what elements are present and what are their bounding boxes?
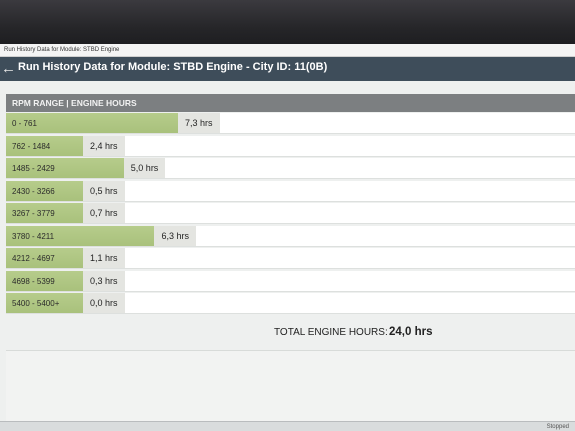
engine-hours-value: 5,0 hrs	[123, 158, 166, 178]
rpm-range-label: 3267 - 3779	[12, 209, 55, 218]
page-title: Run History Data for Module: STBD Engine…	[18, 61, 328, 73]
rpm-range-label: 4698 - 5399	[12, 276, 55, 286]
table-row: 5400 - 5400+ 0,0 hrs	[6, 293, 575, 314]
page-header: ← Run History Data for Module: STBD Engi…	[0, 57, 575, 81]
taskbar: Stopped	[0, 421, 575, 431]
rpm-range-label: 0 - 761	[12, 119, 37, 128]
engine-hours-value: 6,3 hrs	[154, 225, 196, 246]
table-row: 0 - 761 7,3 hrs	[6, 113, 575, 134]
total-hours-label: TOTAL ENGINE HOURS:	[274, 327, 388, 338]
engine-hours-value: 0,3 hrs	[83, 270, 125, 291]
rpm-range-label: 762 - 1484	[12, 141, 51, 151]
empty-panel	[6, 351, 575, 421]
engine-hours-value: 2,4 hrs	[83, 135, 125, 156]
rpm-range-label: 2430 - 3266	[12, 186, 55, 196]
table-row: 1485 - 2429 5,0 hrs	[6, 158, 575, 179]
monitor-bezel	[0, 0, 575, 46]
back-arrow-icon[interactable]: ←	[1, 59, 16, 79]
engine-hours-value: 0,5 hrs	[83, 180, 125, 201]
app-screen: Run History Data for Module: STBD Engine…	[0, 44, 575, 431]
rpm-range-label: 1485 - 2429	[12, 164, 55, 173]
total-hours-value: 24,0 hrs	[389, 326, 433, 338]
rpm-range-label: 4212 - 4697	[12, 254, 55, 263]
rpm-range-label: 3780 - 4211	[12, 231, 55, 241]
engine-hours-value: 0,0 hrs	[83, 293, 125, 313]
engine-hours-value: 1,1 hrs	[83, 248, 125, 268]
table-row: 4212 - 4697 1,1 hrs	[6, 248, 575, 269]
table-row: 4698 - 5399 0,3 hrs	[6, 270, 575, 292]
engine-hours-value: 7,3 hrs	[178, 113, 220, 133]
table-row: 762 - 1484 2,4 hrs	[6, 135, 575, 157]
rpm-range-label: 5400 - 5400+	[12, 299, 60, 308]
table-row: 3780 - 4211 6,3 hrs	[6, 225, 575, 247]
window-title-bar: Run History Data for Module: STBD Engine	[0, 44, 575, 57]
table-header: RPM RANGE | ENGINE HOURS	[6, 94, 575, 112]
table-row: 2430 - 3266 0,5 hrs	[6, 180, 575, 202]
window-title: Run History Data for Module: STBD Engine	[4, 47, 120, 53]
taskbar-status: Stopped	[546, 424, 569, 430]
engine-hours-value: 0,7 hrs	[83, 203, 125, 223]
table-row: 3267 - 3779 0,7 hrs	[6, 203, 575, 224]
